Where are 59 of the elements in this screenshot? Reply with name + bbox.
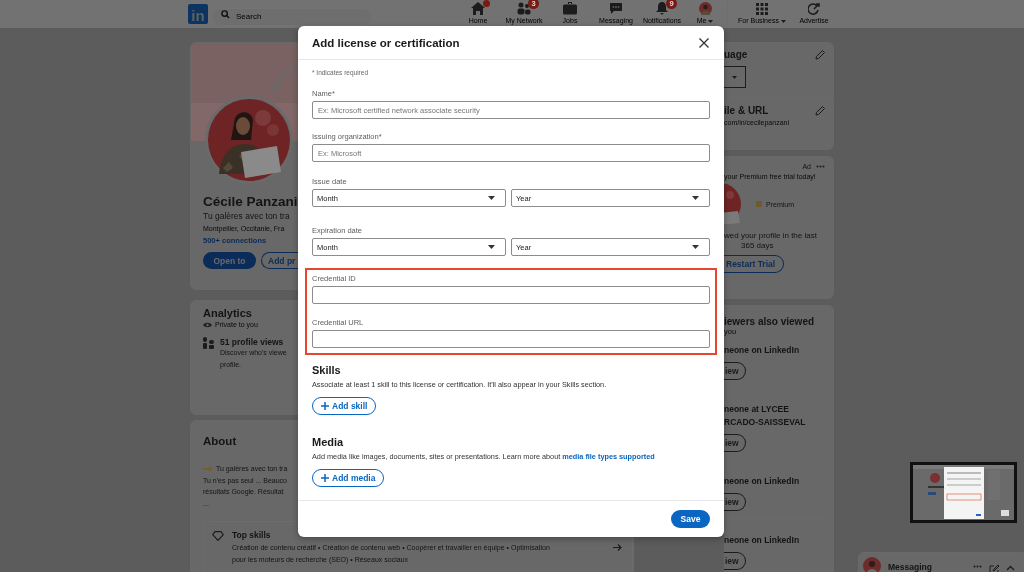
caret-icon xyxy=(692,196,699,200)
viewer-name[interactable]: RCADO-SAISSEVAL xyxy=(724,416,825,429)
close-icon xyxy=(699,37,709,48)
caret-icon xyxy=(692,245,699,249)
compose-icon[interactable] xyxy=(989,565,999,572)
add-button[interactable]: Add media xyxy=(312,469,385,487)
search-field[interactable]: Search xyxy=(212,7,372,26)
viewer-name[interactable]: neone at LYCEE xyxy=(724,403,825,416)
viewer-name[interactable]: neone on LinkedIn xyxy=(724,534,825,547)
compass-icon xyxy=(808,2,820,15)
briefcase-icon xyxy=(563,2,577,15)
messaging-bar[interactable]: Messaging xyxy=(858,552,1024,572)
people-icon xyxy=(203,337,214,349)
card-title: ile & URL xyxy=(724,105,769,116)
pointing-hand-icon xyxy=(203,465,213,472)
profile-button[interactable]: Open to xyxy=(203,252,256,269)
card-title: Analytics xyxy=(203,307,252,319)
eye-icon xyxy=(203,321,212,328)
home-icon xyxy=(471,2,485,15)
bell-icon xyxy=(655,2,669,15)
top-skills-title: Top skills xyxy=(232,530,272,540)
plus-icon xyxy=(321,474,329,482)
premium-icon xyxy=(756,201,762,207)
ad-text: wed your profile in the last xyxy=(724,231,818,240)
text-field[interactable] xyxy=(312,330,710,348)
card-title: About xyxy=(203,435,237,447)
chat-icon xyxy=(609,2,623,15)
card-title: iewers also viewed xyxy=(724,316,816,327)
caret-icon xyxy=(488,196,495,200)
profile-headline: Tu galères avec ton tra xyxy=(203,211,290,221)
arrow-icon xyxy=(613,544,622,551)
profile-name: Cécile Panzani xyxy=(203,194,298,209)
grid-icon xyxy=(756,2,768,15)
save-button[interactable]: Save xyxy=(671,510,710,528)
alert-dot xyxy=(483,0,490,7)
people-icon xyxy=(517,2,531,15)
viewer-name[interactable]: neone on LinkedIn xyxy=(724,344,825,357)
logo[interactable]: in xyxy=(188,4,208,24)
caret-icon xyxy=(732,75,737,79)
profile-views[interactable]: 51 profile views xyxy=(220,337,287,347)
plus-icon xyxy=(321,402,329,410)
more-icon[interactable] xyxy=(816,165,825,168)
viewer-name[interactable]: neone on LinkedIn xyxy=(724,475,825,488)
pencil-icon[interactable] xyxy=(815,105,825,116)
caret-icon xyxy=(780,19,786,23)
search-icon xyxy=(221,9,230,19)
chevron-up-icon[interactable] xyxy=(1006,565,1015,571)
card-title: uage xyxy=(724,49,748,60)
screenshot-thumbnail[interactable] xyxy=(910,462,1017,523)
add-button[interactable]: Add skill xyxy=(312,397,377,415)
more-icon[interactable] xyxy=(973,565,982,568)
caret-icon xyxy=(708,19,714,23)
text-field[interactable] xyxy=(312,286,710,304)
section-heading: Skills xyxy=(312,364,342,376)
pencil-icon[interactable] xyxy=(815,49,825,60)
ad-text: 365 days xyxy=(740,241,775,250)
caret-icon xyxy=(488,245,495,249)
section-heading: Media xyxy=(312,436,345,448)
diamond-icon xyxy=(212,531,224,541)
